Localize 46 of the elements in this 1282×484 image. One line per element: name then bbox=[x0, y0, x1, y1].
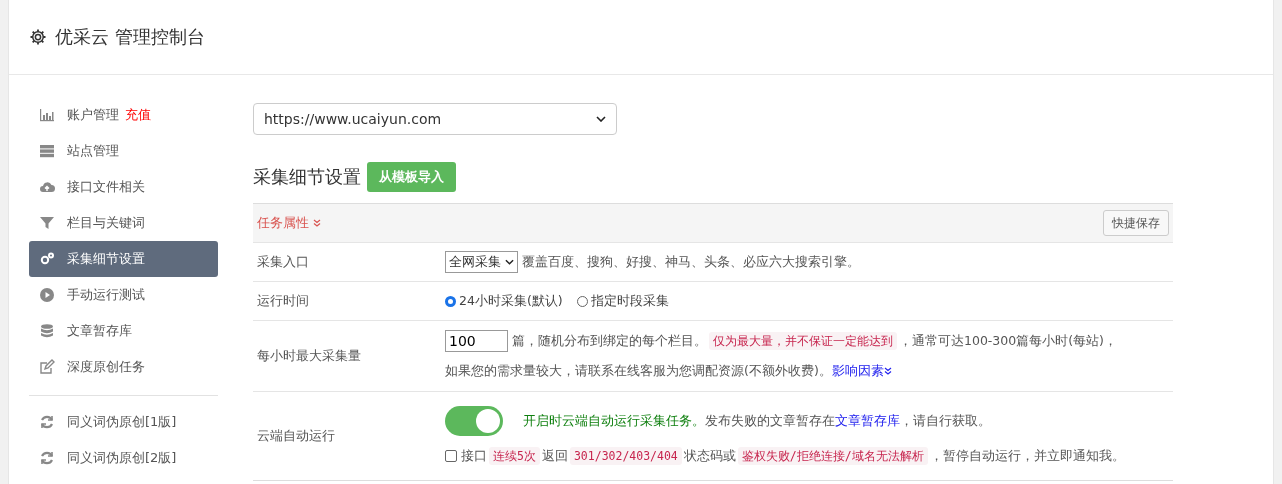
gears-icon bbox=[39, 251, 55, 267]
section-title: 采集细节设置 bbox=[253, 165, 361, 189]
source-select[interactable]: 全网采集 bbox=[445, 251, 518, 273]
settings-icon bbox=[29, 28, 47, 46]
sidebar-item[interactable]: 接口文件相关 bbox=[29, 169, 218, 205]
sidebar-item[interactable]: 采集细节设置 bbox=[29, 241, 218, 277]
description-text: 接口 连续5次 返回 301/302/403/404 状态码或 鉴权失败/拒绝连接/域名无法解析 ，暂停自动运行，并立即通知我。 bbox=[461, 447, 1125, 465]
server-icon bbox=[39, 143, 55, 159]
sidebar-item[interactable]: 账户管理 充值 bbox=[29, 97, 218, 133]
task-properties-toggle[interactable]: 任务属性 bbox=[257, 214, 322, 232]
storage-link[interactable]: 文章暂存库 bbox=[835, 412, 900, 428]
sidebar-item[interactable]: 站点管理 bbox=[29, 133, 218, 169]
play-icon bbox=[39, 287, 55, 303]
console-title: 优采云 管理控制台 bbox=[55, 25, 205, 49]
field-label: 云端自动运行 bbox=[256, 427, 336, 445]
edit-icon bbox=[39, 359, 55, 375]
toggle-switch[interactable] bbox=[445, 406, 503, 436]
site-select[interactable]: https://www.ucaiyun.com bbox=[253, 103, 617, 135]
field-label: 运行时间 bbox=[256, 292, 310, 310]
sidebar-item[interactable]: 同义词伪原创[1版] bbox=[29, 404, 218, 440]
note-text: 覆盖百度、搜狗、好搜、神马、头条、必应六大搜索引擎。 bbox=[522, 253, 860, 271]
field-label: 采集入口 bbox=[256, 253, 310, 271]
double-chevron-icon bbox=[313, 219, 322, 227]
radio-option[interactable]: 指定时段采集 bbox=[576, 292, 669, 310]
sidebar-item[interactable]: 同义词伪原创[2版] bbox=[29, 440, 218, 476]
sidebar-item[interactable]: 手动运行测试 bbox=[29, 277, 218, 313]
filter-icon bbox=[39, 215, 55, 231]
quick-save-button[interactable]: 快捷保存 bbox=[1103, 210, 1169, 236]
double-chevron-icon bbox=[883, 366, 892, 375]
description-text: 开启时云端自动运行采集任务。发布失败的文章暂存在文章暂存库，请自行获取。 bbox=[523, 412, 991, 430]
cloud-upload-icon bbox=[39, 179, 55, 195]
recharge-link[interactable]: 充值 bbox=[125, 106, 151, 124]
factors-link[interactable]: 影响因素 bbox=[831, 362, 892, 378]
description-text: 篇，随机分布到绑定的每个栏目。 仅为最大量，并不保证一定能达到 ，通常可达100-300篇每小时(每站)， bbox=[512, 332, 1117, 350]
refresh-icon bbox=[39, 414, 55, 430]
field-label: 每小时最大采集量 bbox=[256, 347, 362, 365]
sidebar-item[interactable]: 文章暂存库 bbox=[29, 313, 218, 349]
refresh-icon bbox=[39, 450, 55, 466]
checkbox[interactable] bbox=[445, 450, 457, 462]
quota-input[interactable]: 100 bbox=[445, 330, 508, 352]
description-text: 如果您的需求量较大，请联系在线客服为您调配资源(不额外收费)。影响因素 bbox=[445, 362, 892, 380]
database-icon bbox=[39, 323, 55, 339]
sidebar-item[interactable]: 栏目与关键词 bbox=[29, 205, 218, 241]
sidebar-item[interactable]: 深度原创任务 bbox=[29, 349, 218, 385]
radio-option[interactable]: 24小时采集(默认) bbox=[445, 292, 563, 310]
bar-chart-icon bbox=[39, 107, 55, 123]
